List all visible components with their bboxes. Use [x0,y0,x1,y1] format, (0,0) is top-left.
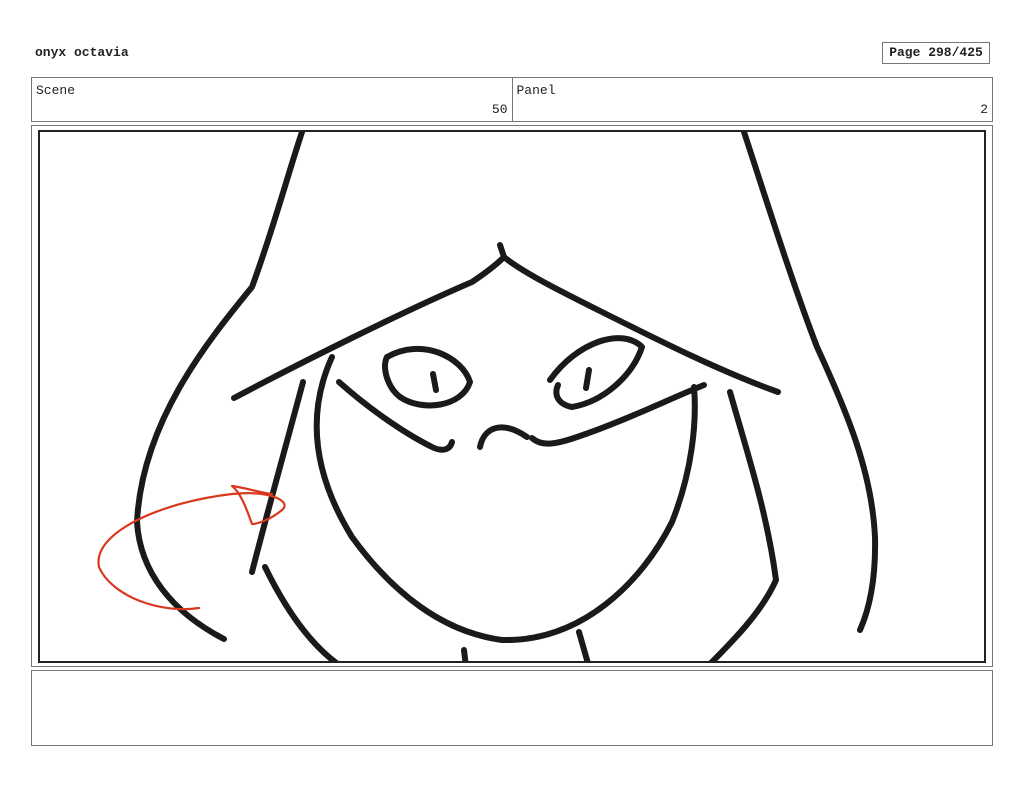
left-eye-pupil [430,371,439,393]
left-eye [382,345,473,409]
panel-number: 2 [980,102,988,117]
panel-cell: Panel 2 [511,78,993,121]
panel-label: Panel [516,83,556,98]
hair-bangs [231,254,781,401]
character-sketch [134,132,879,661]
notes-box [31,670,993,746]
storyboard-sketch [97,132,879,661]
neck-right [576,629,591,661]
right-eye [547,335,645,410]
right-eye-pupil [583,367,592,391]
scene-panel-info-row: Scene 50 Panel 2 [31,77,993,122]
hair-strand-left [249,379,306,575]
hair-part [497,242,507,260]
scene-number: 50 [491,102,508,117]
face-outline [313,354,698,644]
scene-cell: Scene 50 [32,78,512,121]
project-title: onyx octavia [35,45,129,60]
mask-bridge [477,424,530,450]
page-indicator: Page 298/425 [882,42,990,64]
neck-left [461,647,469,661]
hair-outline-right [741,132,879,633]
shoulder-left [262,564,339,661]
storyboard-panel [38,130,986,663]
scene-label: Scene [36,83,76,98]
hair-strand-right [708,389,779,661]
hair-outline-left [134,132,305,642]
